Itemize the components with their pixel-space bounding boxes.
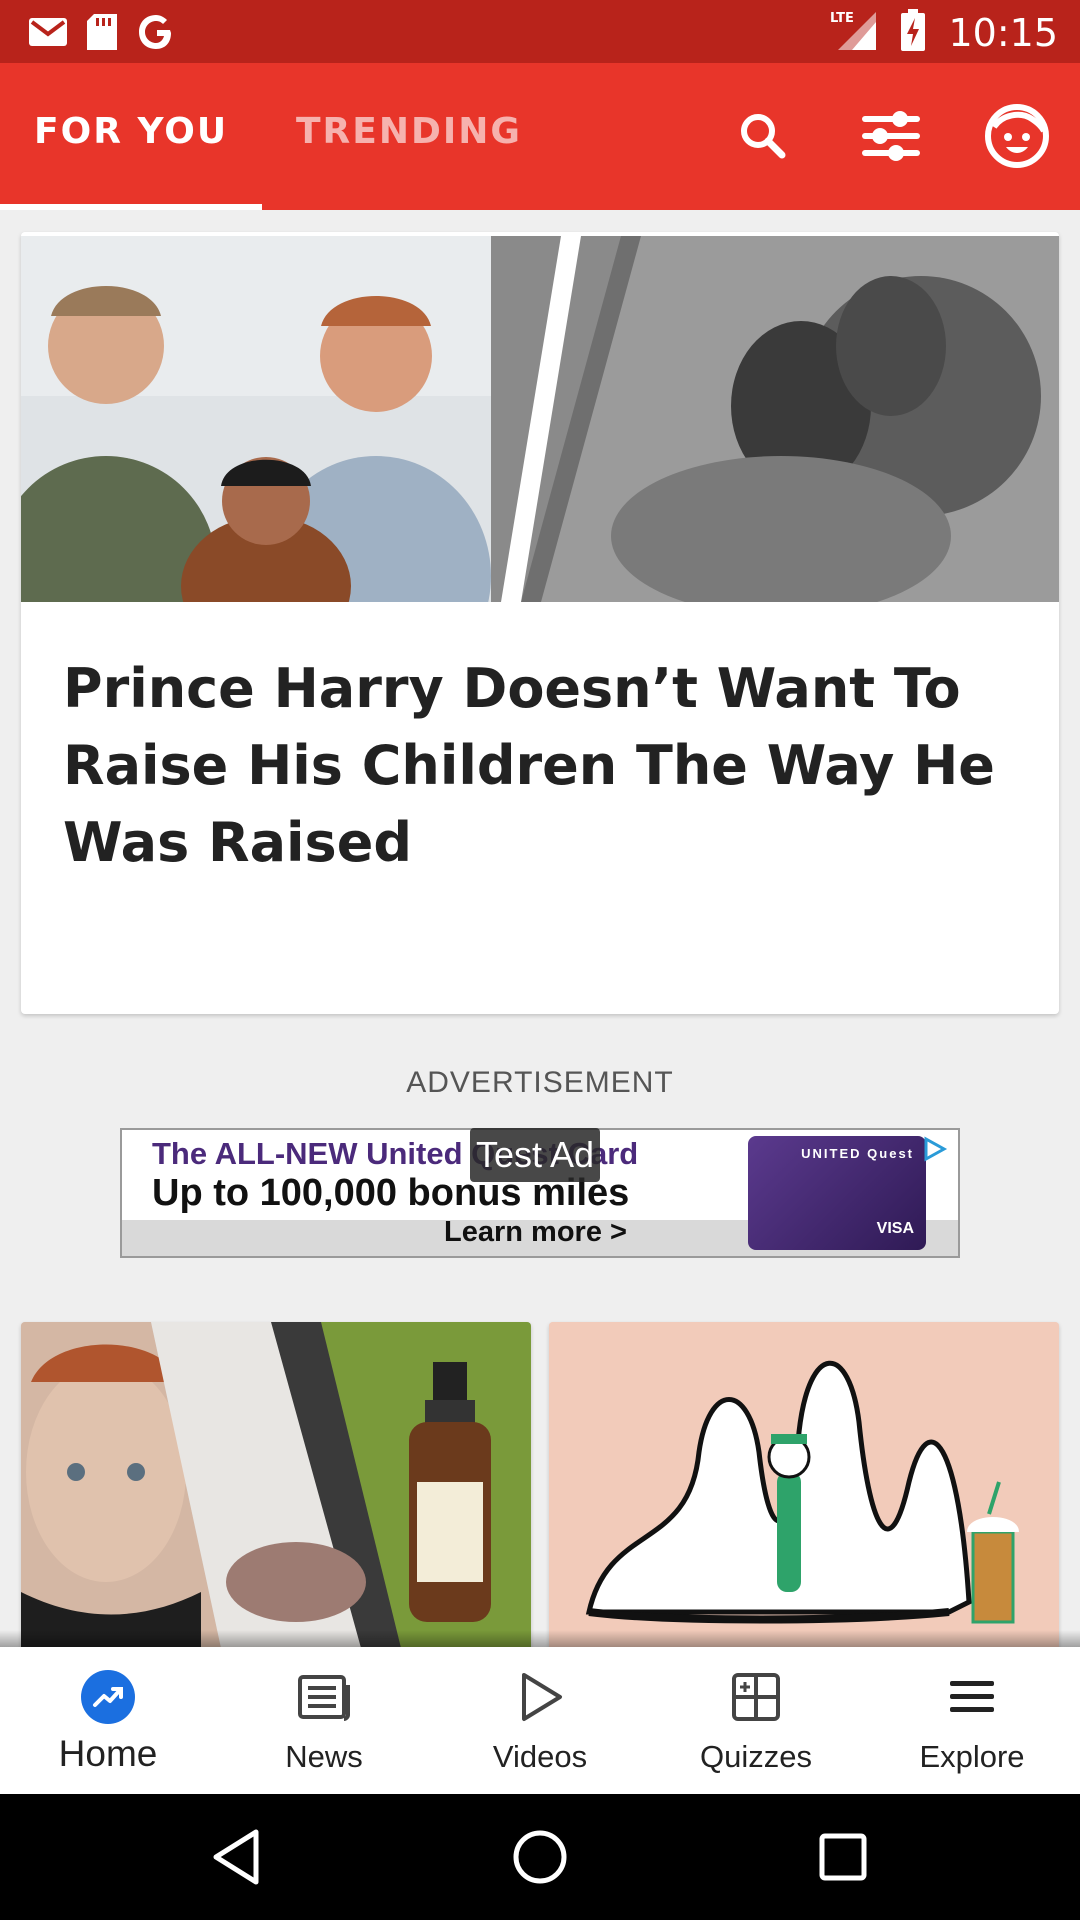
test-ad-badge: Test Ad bbox=[470, 1128, 601, 1182]
card-network: VISA bbox=[876, 1220, 914, 1237]
article-card[interactable] bbox=[549, 1322, 1059, 1648]
signal-icon: LTE bbox=[830, 8, 878, 57]
nav-explore[interactable]: Explore bbox=[864, 1647, 1080, 1794]
bottom-navigation: Home News Videos Quizzes Explore bbox=[0, 1647, 1080, 1794]
top-app-bar: FOR YOU TRENDING bbox=[0, 63, 1080, 210]
hero-photo bbox=[21, 236, 1059, 602]
article-card[interactable] bbox=[21, 1322, 531, 1648]
back-icon[interactable] bbox=[202, 1822, 272, 1892]
quiz-grid-icon bbox=[728, 1669, 784, 1725]
profile-icon[interactable] bbox=[982, 101, 1052, 171]
nav-explore-label: Explore bbox=[919, 1739, 1025, 1774]
nav-quizzes-label: Quizzes bbox=[700, 1739, 812, 1774]
ad-learn-more[interactable]: Learn more > bbox=[444, 1216, 627, 1249]
battery-icon bbox=[900, 8, 926, 57]
filter-icon[interactable] bbox=[856, 101, 926, 171]
trending-icon bbox=[80, 1669, 136, 1725]
gmail-icon bbox=[28, 16, 68, 53]
credit-card-image: UNITED Quest VISA bbox=[748, 1136, 926, 1250]
sd-card-icon bbox=[86, 13, 118, 56]
active-tab-indicator bbox=[0, 204, 262, 210]
search-icon[interactable] bbox=[728, 101, 798, 171]
tab-trending[interactable]: TRENDING bbox=[296, 111, 522, 152]
nav-shadow bbox=[0, 1630, 1080, 1648]
nav-videos-label: Videos bbox=[492, 1739, 588, 1774]
google-icon bbox=[136, 12, 176, 57]
advertisement-label: ADVERTISEMENT bbox=[406, 1066, 674, 1099]
nav-home-label: Home bbox=[58, 1733, 158, 1774]
news-icon bbox=[296, 1669, 352, 1725]
nav-news[interactable]: News bbox=[216, 1647, 432, 1794]
system-navigation-bar bbox=[0, 1794, 1080, 1920]
ad-choices-icon[interactable] bbox=[922, 1136, 948, 1162]
nav-news-label: News bbox=[285, 1739, 363, 1774]
nav-home[interactable]: Home bbox=[0, 1647, 216, 1794]
card-brand: UNITED Quest bbox=[801, 1146, 914, 1161]
receipt-illustration bbox=[549, 1322, 1059, 1648]
menu-icon bbox=[944, 1669, 1000, 1725]
spray-photo bbox=[21, 1322, 531, 1648]
tab-for-you[interactable]: FOR YOU bbox=[34, 111, 228, 152]
status-bar: LTE 10:15 bbox=[0, 0, 1080, 63]
play-icon bbox=[512, 1669, 568, 1725]
clock: 10:15 bbox=[948, 10, 1058, 55]
hero-article-card[interactable]: Prince Harry Doesn’t Want To Raise His C… bbox=[21, 232, 1059, 1014]
recents-icon[interactable] bbox=[808, 1822, 878, 1892]
home-circle-icon[interactable] bbox=[505, 1822, 575, 1892]
svg-text:LTE: LTE bbox=[830, 11, 854, 26]
hero-headline[interactable]: Prince Harry Doesn’t Want To Raise His C… bbox=[63, 650, 1023, 881]
nav-videos[interactable]: Videos bbox=[432, 1647, 648, 1794]
nav-quizzes[interactable]: Quizzes bbox=[648, 1647, 864, 1794]
